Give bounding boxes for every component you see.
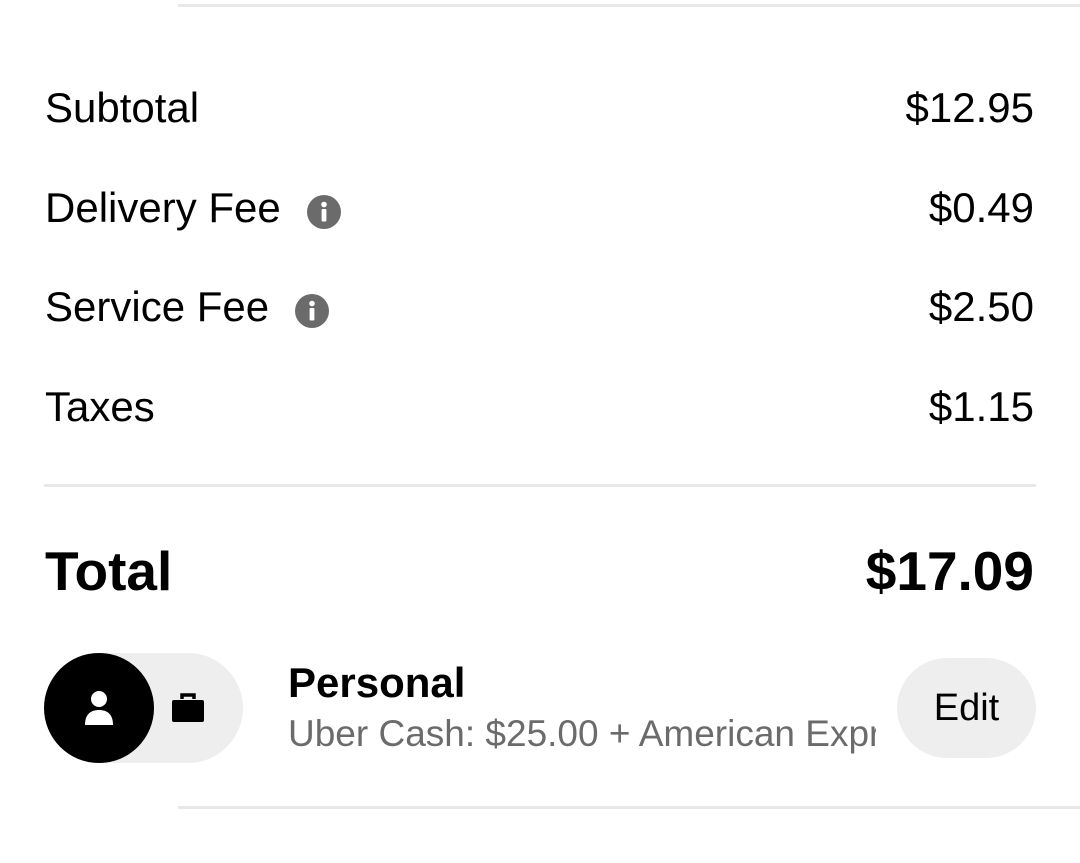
divider-bottom [178, 806, 1080, 809]
person-icon [85, 691, 113, 725]
delivery-fee-value: $0.49 [928, 184, 1034, 231]
delivery-fee-info-icon[interactable] [306, 191, 341, 229]
subtotal-row: Subtotal $12.95 [45, 78, 1034, 138]
service-fee-label: Service Fee [45, 283, 270, 330]
divider-total [44, 484, 1036, 487]
total-row: Total $17.09 [45, 536, 1034, 606]
total-value: $17.09 [865, 540, 1034, 602]
subtotal-value: $12.95 [905, 84, 1034, 131]
service-fee-row: Service Fee $2.50 [45, 277, 1034, 337]
divider-top [178, 4, 1080, 7]
payment-profile-title: Personal [288, 659, 466, 706]
profile-toggle[interactable] [44, 653, 243, 763]
edit-payment-button[interactable]: Edit [897, 658, 1036, 758]
service-fee-label-group: Service Fee [45, 283, 330, 331]
service-fee-info-icon[interactable] [295, 290, 330, 328]
delivery-fee-row: Delivery Fee $0.49 [45, 178, 1034, 238]
service-fee-value: $2.50 [928, 283, 1034, 330]
payment-details[interactable]: Personal Uber Cash: $25.00 + American Ex… [288, 656, 876, 758]
payment-profile-section: Personal Uber Cash: $25.00 + American Ex… [44, 652, 1036, 764]
total-label: Total [45, 540, 173, 602]
business-profile-option[interactable] [171, 693, 205, 723]
taxes-value: $1.15 [928, 383, 1034, 430]
personal-profile-option[interactable] [44, 653, 154, 763]
delivery-fee-label: Delivery Fee [45, 184, 281, 231]
subtotal-label: Subtotal [45, 84, 200, 131]
payment-method-summary: Uber Cash: $25.00 + American Express [288, 713, 876, 754]
briefcase-icon [172, 693, 204, 722]
taxes-label: Taxes [45, 383, 155, 430]
taxes-row: Taxes $1.15 [45, 377, 1034, 437]
delivery-fee-label-group: Delivery Fee [45, 184, 341, 232]
